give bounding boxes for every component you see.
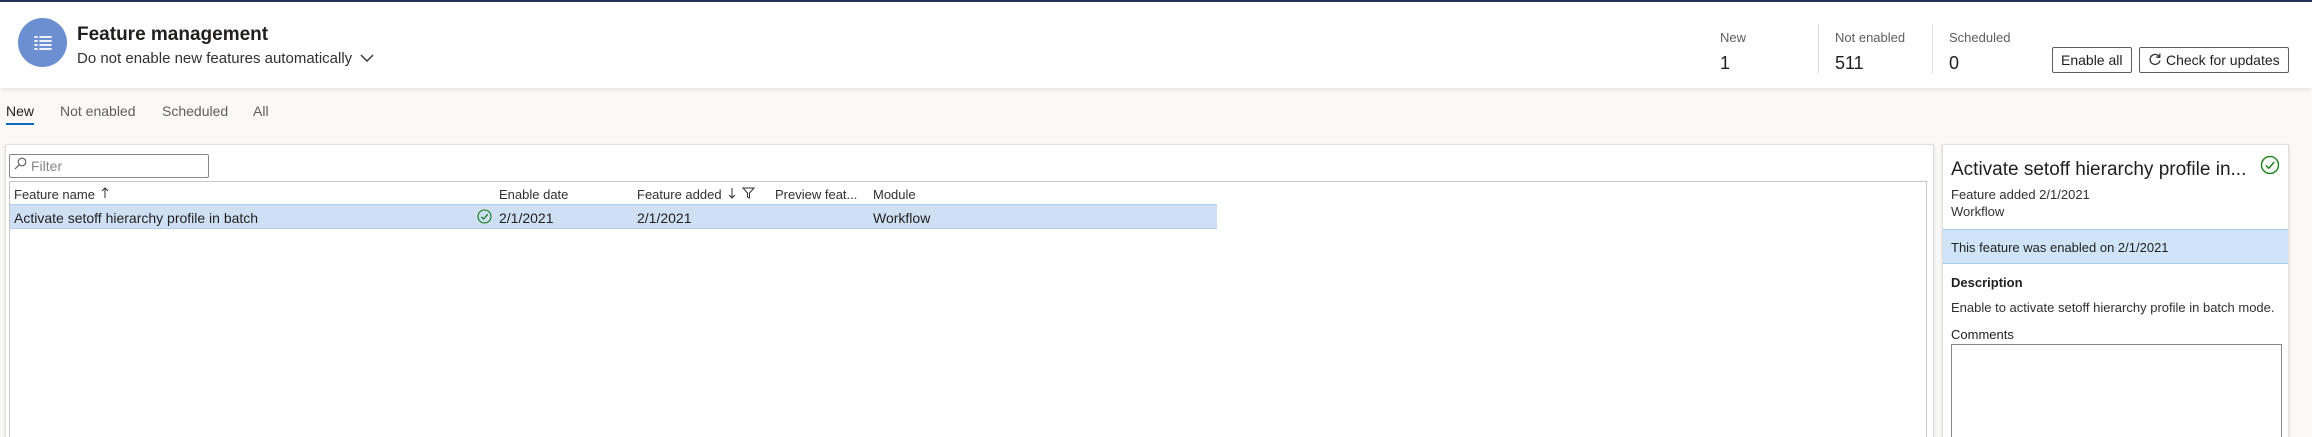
feature-list-icon <box>18 18 67 67</box>
check-for-updates-button[interactable]: Check for updates <box>2139 47 2289 73</box>
filter-icon[interactable] <box>741 187 755 202</box>
feature-details-pane: Activate setoff hierarchy profile in... … <box>1942 144 2289 437</box>
details-title: Activate setoff hierarchy profile in... <box>1951 159 2247 180</box>
stat-not-enabled: Not enabled 511 <box>1835 30 1905 74</box>
tab-scheduled[interactable]: Scheduled <box>162 103 228 119</box>
module-cell: Workflow <box>873 210 931 226</box>
column-header-label: Enable date <box>499 187 569 202</box>
stat-scheduled: Scheduled 0 <box>1949 30 2010 74</box>
tab-new[interactable]: New <box>6 103 34 119</box>
active-tab-indicator <box>6 123 34 125</box>
check-for-updates-label: Check for updates <box>2166 52 2280 68</box>
column-header-label: Module <box>873 187 916 202</box>
enabled-banner: This feature was enabled on 2/1/2021 <box>1943 229 2288 264</box>
sort-ascending-icon <box>101 187 109 202</box>
stat-scheduled-value: 0 <box>1949 53 1960 73</box>
column-header-feature-added[interactable]: Feature added <box>637 187 755 202</box>
stat-new: New 1 <box>1720 30 1746 74</box>
enable-all-button[interactable]: Enable all <box>2052 47 2132 73</box>
column-header-label: Feature added <box>637 187 722 202</box>
feature-grid: Feature name Enable date Feature added P… <box>9 181 1927 437</box>
feature-grid-panel: Feature name Enable date Feature added P… <box>5 144 1934 437</box>
enable-date-cell: 2/1/2021 <box>499 210 554 226</box>
column-header-preview-feature[interactable]: Preview feat... <box>775 187 857 202</box>
comments-field[interactable] <box>1951 344 2282 437</box>
sort-descending-icon <box>728 187 736 202</box>
description-text: Enable to activate setoff hierarchy prof… <box>1951 300 2275 315</box>
comments-label: Comments <box>1951 327 2014 342</box>
stat-scheduled-label: Scheduled <box>1949 30 2011 45</box>
stat-divider <box>1932 24 1933 74</box>
stat-not-enabled-label: Not enabled <box>1835 30 1906 45</box>
column-header-feature-name[interactable]: Feature name <box>14 187 109 202</box>
enabled-check-icon <box>477 209 492 227</box>
tab-not-enabled[interactable]: Not enabled <box>60 103 136 119</box>
stat-new-label: New <box>1720 30 1747 45</box>
feature-added-cell: 2/1/2021 <box>637 210 692 226</box>
column-header-label: Feature name <box>14 187 95 202</box>
filter-input[interactable] <box>31 158 201 174</box>
table-row[interactable]: Activate setoff hierarchy profile in bat… <box>10 204 1217 229</box>
page-title: Feature management <box>77 24 269 45</box>
description-heading: Description <box>1951 275 2023 290</box>
chevron-down-icon <box>360 50 374 67</box>
auto-enable-label: Do not enable new features automatically <box>77 50 353 67</box>
stat-divider <box>1818 24 1819 74</box>
details-feature-added: Feature added 2/1/2021 <box>1951 187 2090 202</box>
enabled-check-icon <box>2260 155 2280 180</box>
auto-enable-dropdown[interactable]: Do not enable new features automatically <box>77 50 374 67</box>
stat-not-enabled-value: 511 <box>1835 53 1864 73</box>
filter-box[interactable] <box>9 154 209 178</box>
stat-new-value: 1 <box>1720 53 1731 73</box>
details-module: Workflow <box>1951 204 2005 219</box>
feature-name-cell: Activate setoff hierarchy profile in bat… <box>14 210 259 226</box>
refresh-icon <box>2148 52 2162 69</box>
column-header-module[interactable]: Module <box>873 187 916 202</box>
column-header-label: Preview feat... <box>775 187 858 202</box>
column-header-enable-date[interactable]: Enable date <box>499 187 568 202</box>
page-header: Feature management Do not enable new fea… <box>0 2 2312 88</box>
tab-all[interactable]: All <box>253 103 269 119</box>
search-icon <box>14 157 27 175</box>
